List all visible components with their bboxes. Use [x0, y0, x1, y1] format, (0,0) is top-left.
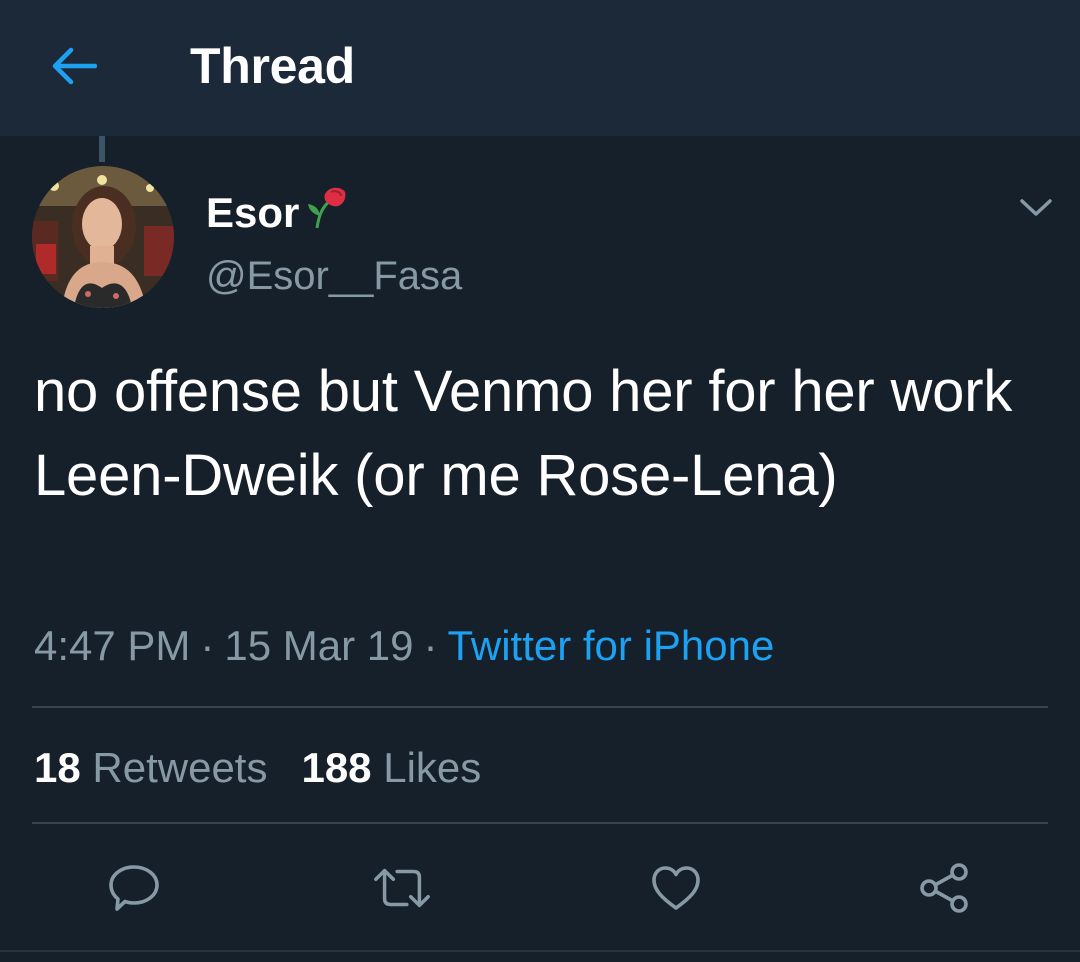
- divider: [32, 706, 1048, 708]
- tweet-detail-screen: Thread Esor @Esor__Fasa no offense but V…: [0, 0, 1080, 962]
- likes-count: 188: [301, 744, 372, 791]
- author-handle[interactable]: @Esor__Fasa: [206, 252, 462, 300]
- retweet-button[interactable]: [372, 858, 432, 918]
- like-icon: [652, 866, 700, 910]
- share-button[interactable]: [914, 858, 974, 918]
- bottom-divider: [0, 950, 1080, 952]
- display-name-text: Esor: [206, 188, 300, 236]
- profile-photo: [32, 166, 174, 308]
- page-title: Thread: [190, 38, 355, 94]
- retweet-icon: [374, 868, 430, 908]
- tweet-stats: 18 Retweets 188 Likes: [34, 740, 481, 796]
- tweet-source-link[interactable]: Twitter for iPhone: [448, 622, 775, 669]
- divider: [32, 822, 1048, 824]
- share-icon: [920, 863, 968, 913]
- tweet-menu-button[interactable]: [1010, 188, 1062, 228]
- likes-stat[interactable]: 188 Likes: [301, 744, 481, 791]
- retweets-stat[interactable]: 18 Retweets: [34, 744, 267, 791]
- tweet-text: no offense but Venmo her for her work Le…: [34, 359, 1013, 508]
- like-button[interactable]: [646, 858, 706, 918]
- arrow-left-icon: [52, 47, 97, 85]
- retweets-label: Retweets: [92, 744, 268, 791]
- meta-separator: ·: [200, 622, 215, 669]
- top-bar: Thread: [0, 0, 1080, 136]
- likes-label: Likes: [383, 744, 482, 791]
- back-button[interactable]: [40, 32, 108, 100]
- tweet-time: 4:47 PM: [34, 622, 191, 669]
- reply-button[interactable]: [104, 858, 164, 918]
- thread-connector-line: [99, 136, 105, 162]
- meta-separator: ·: [423, 622, 438, 669]
- reply-icon: [109, 865, 159, 911]
- rose-icon: [303, 184, 349, 241]
- tweet-metadata: 4:47 PM · 15 Mar 19 · Twitter for iPhone: [34, 618, 774, 674]
- tweet-date: 15 Mar 19: [224, 622, 414, 669]
- author-display-name[interactable]: Esor: [206, 184, 349, 241]
- chevron-down-icon: [1020, 199, 1052, 216]
- retweets-count: 18: [34, 744, 81, 791]
- avatar[interactable]: [32, 166, 174, 308]
